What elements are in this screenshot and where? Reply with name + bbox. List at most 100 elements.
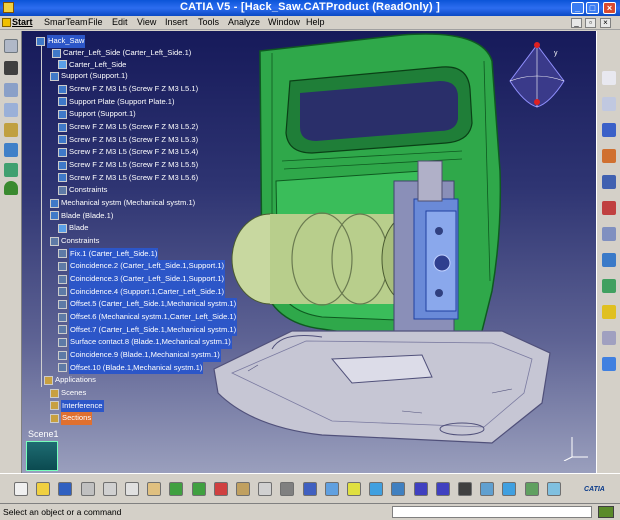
swap-icon[interactable] (546, 482, 561, 496)
copy-icon[interactable] (125, 482, 139, 496)
tree-node[interactable]: Sections (50, 412, 93, 425)
tree-node[interactable]: Support Plate (Support Plate.1) (58, 96, 175, 109)
tree-node[interactable]: Screw F Z M3 L5 (Screw F Z M3 L5.3) (58, 134, 198, 147)
tree-node[interactable]: Coincidence.4 (Support.1,Carter_Left_Sid… (58, 285, 226, 299)
tree-node[interactable]: Coincidence.2 (Carter_Left_Side.1,Suppor… (58, 260, 226, 273)
tree-node[interactable]: Offset.7 (Carter_Left_Side.1,Mechanical … (58, 323, 238, 337)
surface-icon[interactable] (602, 149, 616, 163)
scene-icon[interactable] (602, 357, 616, 371)
menu-analyze[interactable]: Analyze (228, 17, 260, 27)
tree-node[interactable]: Interference (50, 399, 104, 413)
tree-node[interactable]: Offset.10 (Blade.1,Mechanical systm.1) (58, 361, 204, 375)
tree-node[interactable]: Blade (58, 222, 88, 235)
tree-node[interactable]: Screw F Z M3 L5 (Screw F Z M3 L5.1) (58, 83, 198, 96)
menu-edit[interactable]: Edit (112, 17, 128, 27)
clash-icon[interactable] (602, 227, 616, 241)
capture-icon[interactable] (602, 331, 616, 345)
catalog-icon[interactable] (4, 83, 18, 97)
tree-node[interactable]: Support (Support.1) (58, 108, 136, 121)
tree-node[interactable]: Scenes (50, 387, 86, 400)
minimize-button[interactable]: _ (571, 2, 584, 14)
product-icon (50, 71, 59, 81)
hide-show-icon[interactable] (524, 482, 539, 496)
menu-help[interactable]: Help (306, 17, 325, 27)
fly-icon[interactable] (324, 482, 339, 496)
maximize-button[interactable]: □ (586, 2, 599, 14)
doc-minimize-button[interactable]: _ (571, 18, 582, 28)
menu-window[interactable]: Window (268, 17, 300, 27)
tree-node[interactable]: Coincidence.3 (Carter_Left_Side.1,Suppor… (58, 273, 226, 286)
help-icon[interactable] (213, 482, 228, 496)
pan-icon[interactable] (369, 482, 384, 496)
redo-icon[interactable] (191, 482, 206, 496)
cut-icon[interactable] (102, 482, 117, 496)
tree-node[interactable]: Applications (44, 374, 96, 387)
menu-tools[interactable]: Tools (198, 17, 219, 27)
menu-smarteam[interactable]: SmarTeam (44, 17, 88, 27)
table-icon[interactable] (280, 482, 295, 496)
manipulate-icon[interactable] (602, 175, 616, 189)
explode-icon[interactable] (602, 201, 616, 215)
save-icon[interactable] (58, 482, 73, 496)
new-icon[interactable] (14, 482, 28, 496)
select-icon[interactable] (602, 71, 616, 85)
3d-viewport[interactable]: y Hack_Saw Carter_Left_Side (Carter_Left_… (22, 31, 596, 473)
tree-node[interactable]: Mechanical systm (Mechanical systm.1) (50, 197, 195, 210)
tree-root-hack-saw[interactable]: Hack_Saw (36, 35, 86, 48)
tree-node[interactable]: Coincidence.9 (Blade.1,Mechanical systm.… (58, 349, 221, 362)
rotate-icon[interactable] (391, 482, 406, 496)
tree-node[interactable]: Offset.6 (Mechanical systm.1,Carter_Left… (58, 311, 238, 324)
tree-node[interactable]: Screw F Z M3 L5 (Screw F Z M3 L5.6) (58, 172, 198, 185)
print-icon[interactable] (80, 482, 95, 496)
menu-view[interactable]: View (137, 17, 156, 27)
undo-icon[interactable] (169, 482, 184, 496)
tree-node[interactable]: Screw F Z M3 L5 (Screw F Z M3 L5.4) (58, 146, 198, 159)
cube-icon[interactable] (4, 103, 18, 117)
sketch-icon[interactable] (4, 143, 18, 157)
normal-view-icon[interactable] (458, 482, 472, 496)
annotation-icon[interactable] (602, 305, 616, 319)
compass-icon[interactable]: y (502, 37, 572, 113)
zoom-out-icon[interactable] (435, 482, 450, 496)
menu-insert[interactable]: Insert (165, 17, 188, 27)
command-go-button[interactable] (598, 506, 614, 518)
palm-icon[interactable] (4, 181, 18, 195)
tree-node[interactable]: Fix.1 (Carter_Left_Side.1) (58, 247, 159, 261)
open-icon[interactable] (36, 482, 51, 496)
tree-node[interactable]: Offset.5 (Carter_Left_Side.1,Mechanical … (58, 298, 238, 311)
snap-icon[interactable] (602, 97, 616, 111)
tools-icon[interactable] (4, 61, 18, 75)
analysis-icon[interactable] (4, 123, 18, 137)
menu-file[interactable]: File (88, 17, 103, 27)
sections-icon (50, 413, 59, 423)
formula-icon[interactable] (236, 482, 250, 496)
tree-node[interactable]: Screw F Z M3 L5 (Screw F Z M3 L5.5) (58, 159, 198, 172)
product-icon[interactable] (4, 39, 18, 53)
section-icon[interactable] (602, 253, 616, 267)
tree-node[interactable]: Support (Support.1) (50, 70, 128, 83)
tree-node-label: Interference (61, 399, 104, 413)
fit-all-icon[interactable] (347, 482, 361, 496)
tree-icon[interactable] (4, 163, 18, 177)
tree-node[interactable]: Surface contact.8 (Blade.1,Mechanical sy… (58, 336, 232, 349)
iso-view-icon[interactable] (480, 482, 495, 496)
tree-node[interactable]: Constraints (50, 235, 99, 248)
menu-start[interactable]: Start (12, 17, 33, 27)
left-toolbar (0, 31, 22, 473)
tree-node[interactable]: Blade (Blade.1) (50, 210, 113, 223)
doc-restore-button[interactable]: ▫ (585, 18, 596, 28)
knowledge-icon[interactable] (258, 482, 273, 496)
distance-icon[interactable] (602, 279, 616, 293)
zoom-in-icon[interactable] (413, 482, 428, 496)
view-icon[interactable] (302, 482, 317, 496)
tree-node[interactable]: Constraints (58, 184, 107, 197)
doc-close-button[interactable]: × (600, 18, 611, 28)
render-icon[interactable] (502, 482, 517, 496)
tree-node[interactable]: Screw F Z M3 L5 (Screw F Z M3 L5.2) (58, 121, 198, 134)
command-input[interactable] (392, 506, 592, 518)
paste-icon[interactable] (147, 482, 162, 496)
tree-node-label: Sections (61, 412, 93, 425)
constraint-icon[interactable] (602, 123, 616, 137)
scene-thumbnail[interactable] (26, 441, 58, 471)
close-button[interactable]: × (603, 2, 616, 14)
